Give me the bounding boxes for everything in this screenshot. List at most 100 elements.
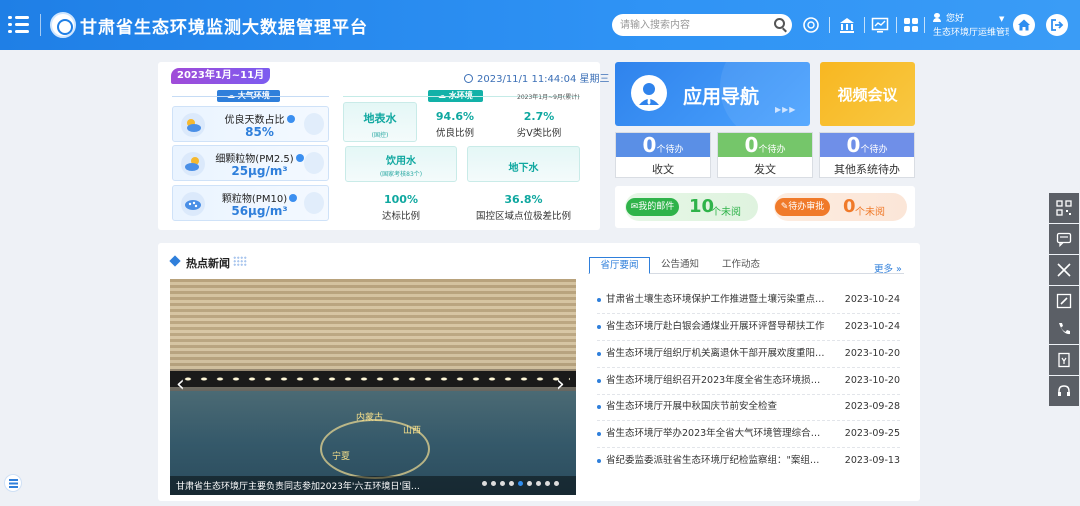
air-card-pm25[interactable]: 细颗粒物(PM2.5) 25μg/m³ <box>172 145 329 181</box>
edit-icon[interactable] <box>1049 286 1079 316</box>
news-item-date: 2023-09-28 <box>844 401 900 412</box>
news-list-item[interactable]: 省纪委监委派驻省生态环境厅纪检监察组："案组地... 2023-09-13 <box>597 448 900 475</box>
photo-map-label: 山西 <box>403 426 422 436</box>
todo-count: 0 <box>744 133 759 157</box>
carousel-dot-active[interactable] <box>518 481 523 486</box>
phone-icon[interactable] <box>1049 314 1079 344</box>
monitor-chart-icon[interactable] <box>870 15 890 35</box>
news-item-title: 甘肃省土壤生态环境保护工作推进暨土壤污染重点监... <box>606 294 826 305</box>
news-section-title: 热点新闻 <box>186 257 230 270</box>
particles-icon <box>181 192 205 216</box>
news-item-title: 省纪委监委派驻省生态环境厅纪检监察组："案组地... <box>606 455 826 466</box>
news-list-item[interactable]: 省生态环境厅举办2023年全省大气环境管理综合能力... 2023-09-25 <box>597 421 900 448</box>
news-item-title: 省生态环境厅举办2023年全省大气环境管理综合能力... <box>606 428 826 439</box>
carousel-prev-icon[interactable]: ‹ <box>176 372 185 397</box>
drinking-water-sub: (国家考核83个) <box>379 171 423 178</box>
document-icon[interactable] <box>1049 345 1079 375</box>
bullet-icon <box>597 405 601 409</box>
bullet-icon <box>597 432 601 436</box>
logo-icon <box>50 12 76 38</box>
todo-card-outgoing[interactable]: 0个待办 发文 <box>717 132 813 178</box>
news-list-item[interactable]: 省生态环境厅开展中秋国庆节前安全检查 2023-09-28 <box>597 394 900 421</box>
air-value: 85% <box>245 125 274 139</box>
app-title: 甘肃省生态环境监测大数据管理平台 <box>80 18 368 38</box>
carousel-next-icon[interactable]: › <box>556 372 565 397</box>
message-icon[interactable] <box>1049 224 1079 254</box>
drinking-label: 达标比例 <box>381 211 420 222</box>
tools-icon[interactable] <box>1049 255 1079 285</box>
more-label: 更多 <box>874 264 894 275</box>
app-navigation-label: 应用导航 <box>683 86 760 108</box>
tab-notices[interactable]: 公告通知 <box>652 257 708 274</box>
carousel-dot[interactable] <box>545 481 550 486</box>
carousel-dot[interactable] <box>500 481 505 486</box>
info-icon[interactable] <box>295 154 304 162</box>
todo-count: 0 <box>642 133 657 157</box>
air-card-good-days[interactable]: 优良天数占比 85% <box>172 106 329 142</box>
qrcode-icon[interactable] <box>1049 193 1079 223</box>
apps-grid-icon[interactable] <box>901 15 921 35</box>
search-box <box>612 14 792 36</box>
drinking-value: 100% <box>384 193 418 206</box>
tab-province-news[interactable]: 省厅要闻 <box>589 257 650 274</box>
chevron-down-icon: ▼ <box>999 15 1005 23</box>
drinking-water-card[interactable]: 饮用水 (国家考核83个) <box>345 146 457 182</box>
carousel-dot[interactable] <box>554 481 559 486</box>
menu-icon[interactable] <box>8 13 32 37</box>
air-value: 25μg/m³ <box>231 164 288 178</box>
video-meeting-label: 视频会议 <box>837 86 898 104</box>
search-input[interactable] <box>620 16 770 34</box>
home-icon[interactable] <box>1013 14 1035 36</box>
photo-map-label: 宁夏 <box>332 452 351 462</box>
surface-water-card[interactable]: 地表水 (国控) <box>343 102 417 142</box>
todo-card-incoming[interactable]: 0个待办 收文 <box>615 132 711 178</box>
carousel-dot[interactable] <box>482 481 487 486</box>
carousel-dot[interactable] <box>536 481 541 486</box>
service-icon[interactable] <box>801 15 821 35</box>
mail-unit: 个未阅 <box>711 207 741 218</box>
my-mail-button[interactable]: ✉我的邮件 10 个未阅 <box>625 193 758 221</box>
news-item-date: 2023-10-24 <box>844 294 900 305</box>
logout-icon[interactable] <box>1046 14 1068 36</box>
news-item-date: 2023-10-24 <box>844 321 900 332</box>
todo-label: 发文 <box>754 163 776 176</box>
news-item-title: 省生态环境厅组织召开2023年度全省生态环境损害赔... <box>606 375 826 386</box>
air-divider <box>172 96 329 97</box>
todo-unit: 个待办 <box>860 145 888 155</box>
info-icon[interactable] <box>289 194 298 202</box>
review-unit: 个未阅 <box>855 207 885 218</box>
pending-approval-button[interactable]: ✎待办审批 0 个未阅 <box>774 193 907 221</box>
news-carousel[interactable]: 内蒙古 山西 宁夏 ‹ › 甘肃省生态环境厅主要负责同志参加2023年'六五环境… <box>170 279 576 495</box>
todo-card-other[interactable]: 0个待办 其他系统待办 <box>819 132 915 178</box>
app-navigation-card[interactable]: 应用导航 ▶▶▶ <box>615 62 810 126</box>
floating-list-icon[interactable] <box>4 474 22 492</box>
search-icon[interactable] <box>774 18 785 29</box>
bank-icon[interactable] <box>837 15 857 35</box>
carousel-dot[interactable] <box>527 481 532 486</box>
air-card-pm10[interactable]: 颗粒物(PM10) 56μg/m³ <box>172 185 329 221</box>
decorative-cloud-icon <box>304 113 324 135</box>
info-icon[interactable] <box>286 115 295 123</box>
video-meeting-card[interactable]: 视频会议 <box>820 62 915 126</box>
news-list-item[interactable]: 省生态环境厅赴白银会通煤业开展环评督导帮扶工作 2023-10-24 <box>597 314 900 341</box>
news-list-item[interactable]: 省生态环境厅组织召开2023年度全省生态环境损害赔... 2023-10-20 <box>597 368 900 395</box>
carousel-dot[interactable] <box>491 481 496 486</box>
header-separator <box>864 17 865 33</box>
news-list-item[interactable]: 甘肃省土壤生态环境保护工作推进暨土壤污染重点监... 2023-10-24 <box>597 287 900 314</box>
bullet-icon <box>597 298 601 302</box>
groundwater-card[interactable]: 地下水 <box>467 146 580 182</box>
headset-icon[interactable] <box>1049 376 1079 406</box>
carousel-dot[interactable] <box>509 481 514 486</box>
user-greeting: 您好 <box>946 14 965 24</box>
user-menu[interactable]: 您好 ▼ 生态环境厅运维管理员 <box>933 12 1009 40</box>
user-name: 生态环境厅运维管理员 <box>933 28 1009 38</box>
drinking-water-name: 饮用水 <box>386 156 416 167</box>
decorative-cloud-icon <box>304 152 324 174</box>
tab-work-updates[interactable]: 工作动态 <box>712 257 770 274</box>
mail-tag: ✉我的邮件 <box>626 198 679 216</box>
more-link[interactable]: 更多 » <box>874 261 902 275</box>
photo-lights <box>180 375 570 383</box>
bullet-icon <box>597 352 601 356</box>
bullet-icon <box>597 325 601 329</box>
news-list-item[interactable]: 省生态环境厅组织厅机关离退休干部开展欢度重阳节... 2023-10-20 <box>597 341 900 368</box>
